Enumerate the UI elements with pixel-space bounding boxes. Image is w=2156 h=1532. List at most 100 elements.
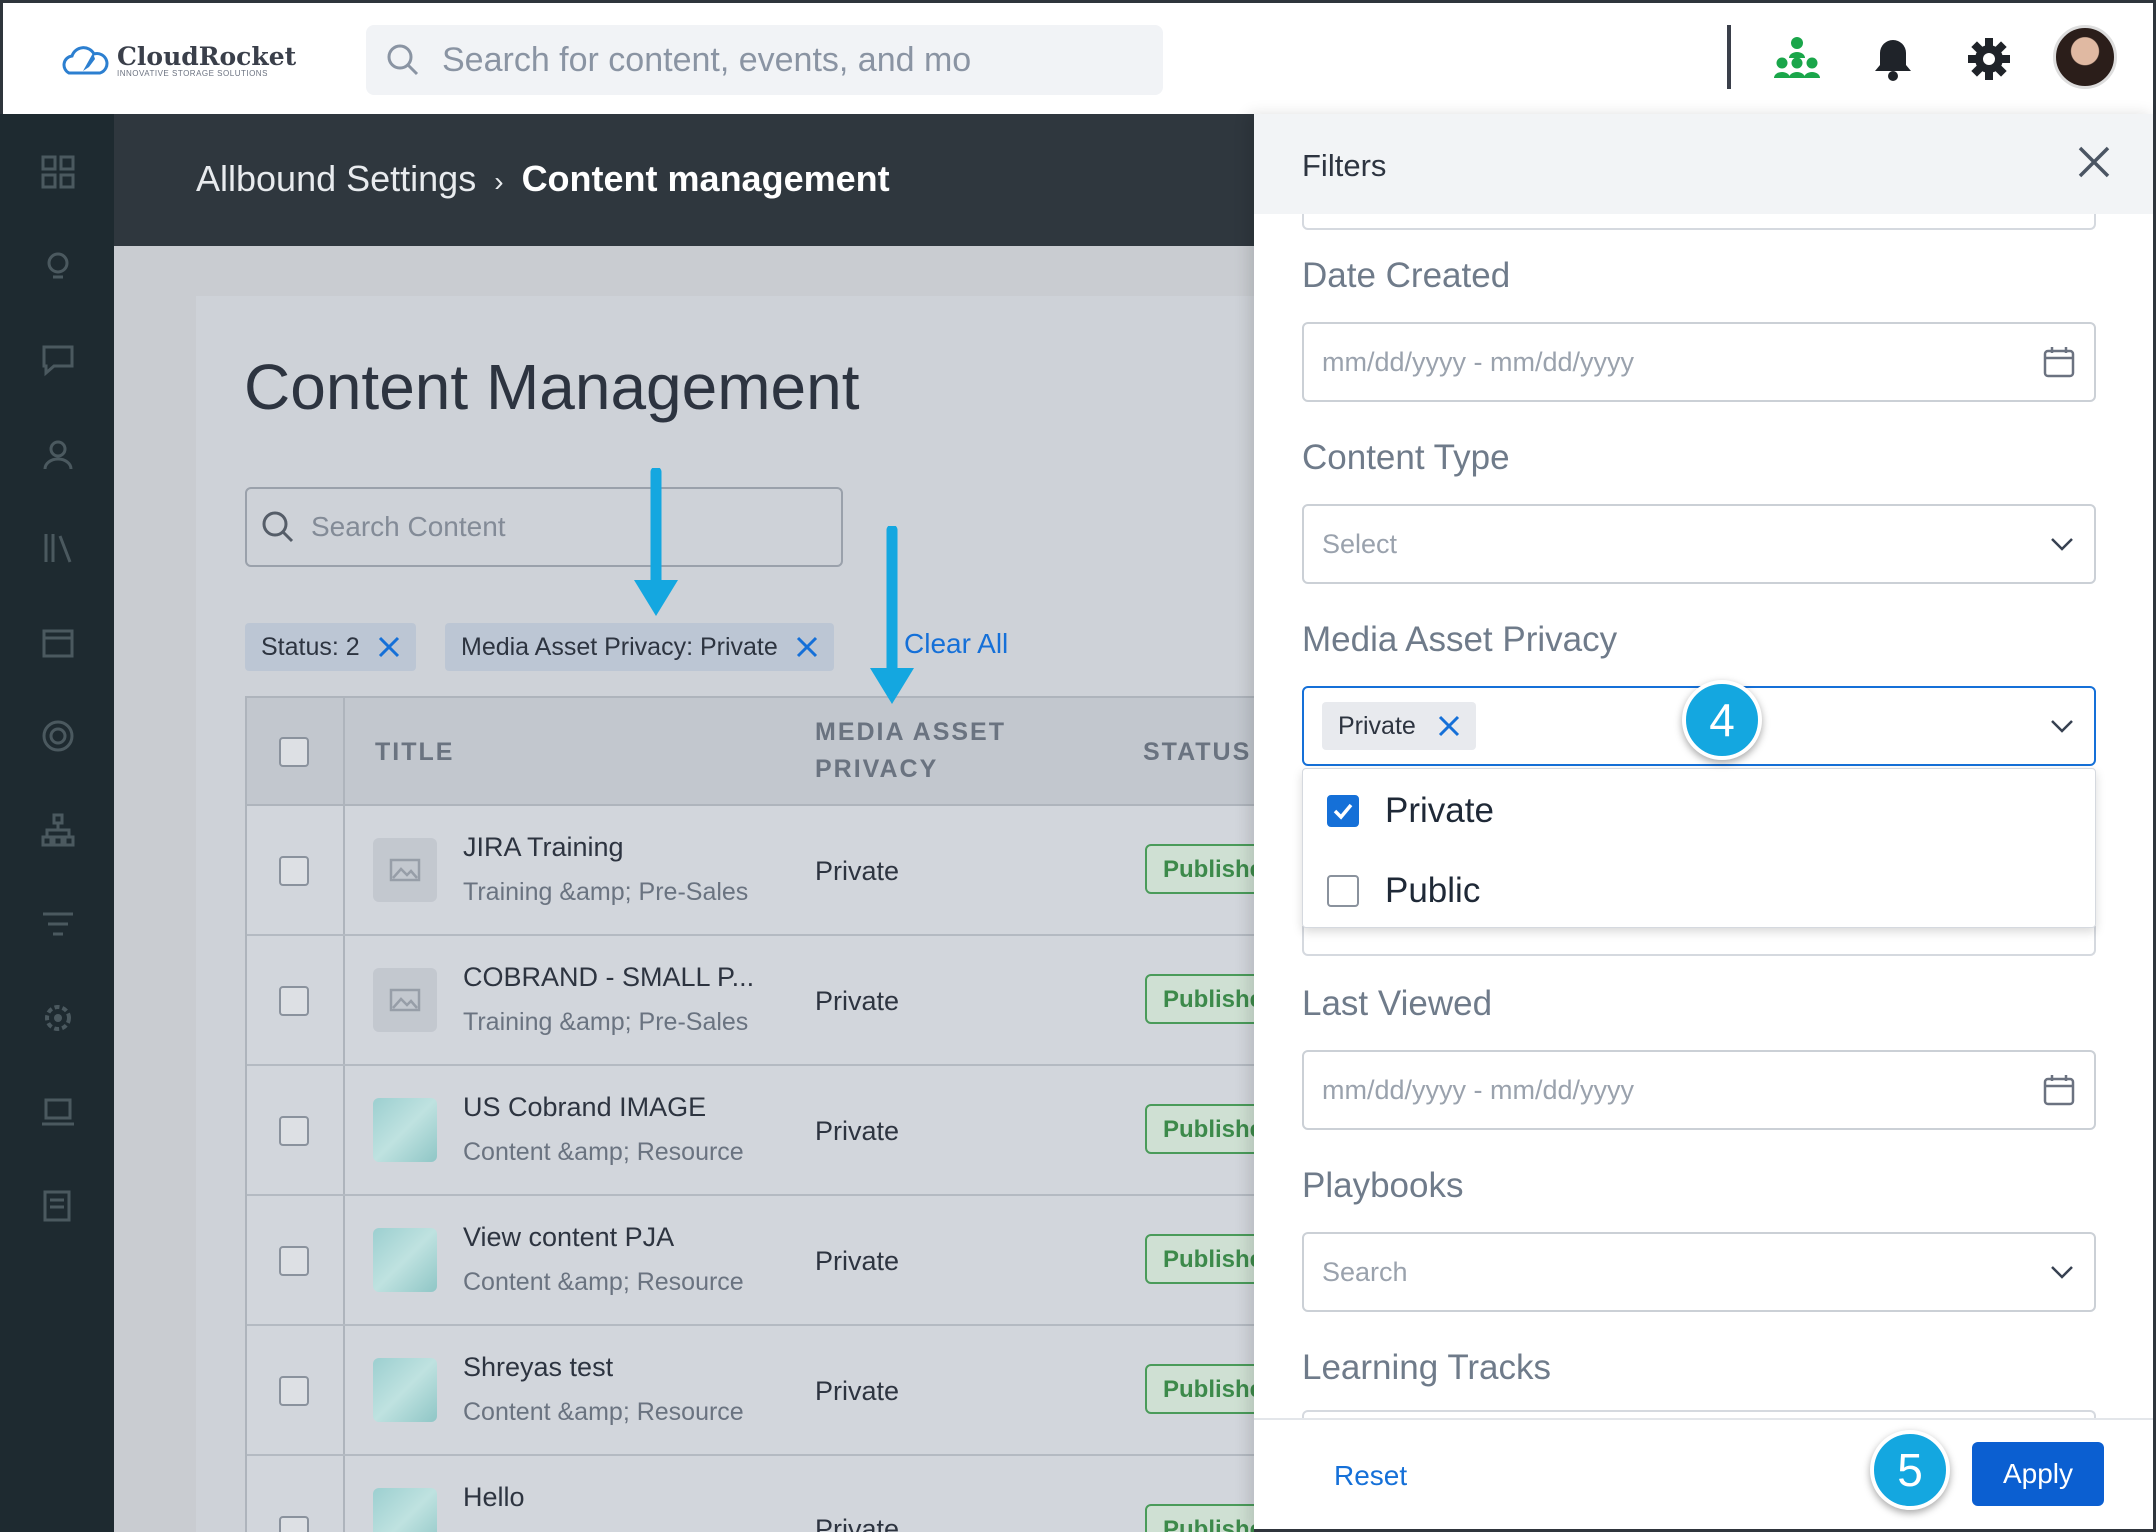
team-icon[interactable]	[38, 434, 78, 474]
row-checkbox[interactable]	[279, 856, 309, 886]
row-checkbox[interactable]	[279, 986, 309, 1016]
org-chart-icon[interactable]	[1771, 33, 1823, 85]
last-viewed-input[interactable]: mm/dd/yyyy - mm/dd/yyyy	[1302, 1050, 2096, 1130]
table-row[interactable]: JIRA Training Training &amp; Pre-Sales P…	[247, 806, 1254, 936]
option-checkbox[interactable]	[1327, 875, 1359, 907]
content-type-placeholder: Select	[1322, 528, 1398, 559]
dashboard-icon[interactable]	[38, 152, 78, 192]
option-public[interactable]: Public	[1327, 871, 1480, 911]
row-checkbox[interactable]	[279, 1516, 309, 1532]
option-private[interactable]: Private	[1327, 791, 1494, 831]
table-row[interactable]: US Cobrand IMAGE Content &amp; Resource …	[247, 1066, 1254, 1196]
gear-icon[interactable]	[1963, 33, 2015, 85]
image-placeholder-icon	[373, 968, 437, 1032]
calendar-icon[interactable]	[2042, 345, 2076, 379]
column-header-privacy[interactable]: MEDIA ASSET PRIVACY	[815, 718, 1006, 784]
playbooks-select[interactable]: Search	[1302, 1232, 2096, 1312]
filter-icon[interactable]	[38, 904, 78, 944]
status-badge: Published	[1145, 1364, 1254, 1414]
close-icon[interactable]	[378, 636, 400, 658]
top-bar: CloudRocket INNOVATIVE STORAGE SOLUTIONS…	[0, 0, 2156, 114]
row-category: Content &amp; Resource	[463, 1138, 744, 1166]
row-checkbox[interactable]	[279, 1116, 309, 1146]
row-title[interactable]: Shreyas test	[463, 1352, 613, 1383]
table-header: TITLE MEDIA ASSET PRIVACY STATUS	[247, 698, 1254, 806]
laptop-icon[interactable]	[38, 1092, 78, 1132]
content-search-placeholder: Search Content	[311, 511, 506, 542]
filters-panel-header: Filters	[1254, 114, 2153, 214]
date-created-input[interactable]: mm/dd/yyyy - mm/dd/yyyy	[1302, 322, 2096, 402]
row-title[interactable]: JIRA Training	[463, 832, 624, 863]
lightbulb-icon[interactable]	[38, 246, 78, 286]
global-search-input[interactable]: Search for content, events, and mo	[366, 25, 1163, 95]
content-type-select[interactable]: Select	[1302, 504, 2096, 584]
chevron-down-icon	[2051, 720, 2073, 733]
option-checkbox[interactable]	[1327, 795, 1359, 827]
search-icon	[262, 511, 294, 543]
row-category: Content &amp; Resource	[463, 1268, 744, 1296]
date-created-label: Date Created	[1302, 256, 1511, 295]
column-header-privacy-line2: PRIVACY	[815, 755, 939, 783]
column-header-status[interactable]: STATUS	[1143, 738, 1251, 767]
image-thumbnail	[373, 1358, 437, 1422]
filters-title: Filters	[1302, 148, 1387, 183]
report-icon[interactable]	[38, 1186, 78, 1226]
row-checkbox[interactable]	[279, 1246, 309, 1276]
chat-icon[interactable]	[38, 340, 78, 380]
bell-icon[interactable]	[1867, 33, 1919, 85]
row-privacy: Private	[815, 1246, 900, 1276]
close-icon[interactable]	[796, 636, 818, 658]
library-icon[interactable]	[38, 528, 78, 568]
table-row[interactable]: Hello Private Published	[247, 1456, 1254, 1532]
select-all-checkbox[interactable]	[279, 737, 309, 767]
content-search-input[interactable]: Search Content	[245, 487, 843, 567]
row-title[interactable]: US Cobrand IMAGE	[463, 1092, 706, 1123]
content-table: TITLE MEDIA ASSET PRIVACY STATUS JIRA Tr…	[245, 696, 1256, 1532]
row-checkbox[interactable]	[279, 1376, 309, 1406]
page-title: Content Management	[244, 351, 860, 423]
breadcrumb-parent[interactable]: Allbound Settings	[196, 158, 476, 199]
row-category: Training &amp; Pre-Sales	[463, 878, 749, 906]
last-viewed-placeholder: mm/dd/yyyy - mm/dd/yyyy	[1322, 1074, 1635, 1105]
step-callout-4: 4	[1682, 680, 1762, 760]
sidebar	[0, 114, 114, 1532]
table-row[interactable]: Shreyas test Content &amp; Resource Priv…	[247, 1326, 1254, 1456]
logo[interactable]: CloudRocket INNOVATIVE STORAGE SOLUTIONS	[61, 43, 296, 81]
media-asset-privacy-label: Media Asset Privacy	[1302, 620, 1618, 659]
table-row[interactable]: View content PJA Content &amp; Resource …	[247, 1196, 1254, 1326]
check-icon	[1333, 803, 1353, 820]
image-thumbnail	[373, 1098, 437, 1162]
target-icon[interactable]	[38, 716, 78, 756]
reset-button[interactable]: Reset	[1334, 1460, 1407, 1492]
row-title[interactable]: COBRAND - SMALL P...	[463, 962, 754, 993]
rocket-cloud-icon	[62, 46, 109, 75]
playbooks-label: Playbooks	[1302, 1166, 1464, 1205]
close-icon[interactable]	[1438, 715, 1460, 737]
hierarchy-icon[interactable]	[38, 810, 78, 850]
option-label: Private	[1385, 791, 1494, 830]
breadcrumb: Allbound Settings › Content management	[196, 158, 890, 200]
chevron-down-icon	[2051, 538, 2073, 551]
row-title[interactable]: Hello	[463, 1482, 525, 1513]
avatar[interactable]	[2053, 25, 2117, 89]
close-icon[interactable]	[2072, 140, 2116, 184]
table-row[interactable]: COBRAND - SMALL P... Training &amp; Pre-…	[247, 936, 1254, 1066]
last-viewed-label: Last Viewed	[1302, 984, 1493, 1023]
row-title[interactable]: View content PJA	[463, 1222, 674, 1253]
selected-chip-label: Private	[1338, 711, 1416, 740]
apply-button[interactable]: Apply	[1972, 1442, 2104, 1506]
calendar-icon[interactable]	[38, 622, 78, 662]
row-privacy: Private	[815, 1116, 900, 1146]
status-badge: Published	[1145, 844, 1254, 894]
learning-tracks-label: Learning Tracks	[1302, 1348, 1552, 1387]
breadcrumb-separator: ›	[494, 166, 504, 197]
settings-icon[interactable]	[38, 998, 78, 1038]
column-header-title[interactable]: TITLE	[375, 738, 454, 767]
row-category: Training &amp; Pre-Sales	[463, 1008, 749, 1036]
row-privacy: Private	[815, 1376, 900, 1406]
global-search-placeholder: Search for content, events, and mo	[442, 40, 972, 79]
image-thumbnail	[373, 1488, 437, 1532]
brand-name: CloudRocket	[117, 42, 297, 71]
image-thumbnail	[373, 1228, 437, 1292]
calendar-icon[interactable]	[2042, 1073, 2076, 1107]
